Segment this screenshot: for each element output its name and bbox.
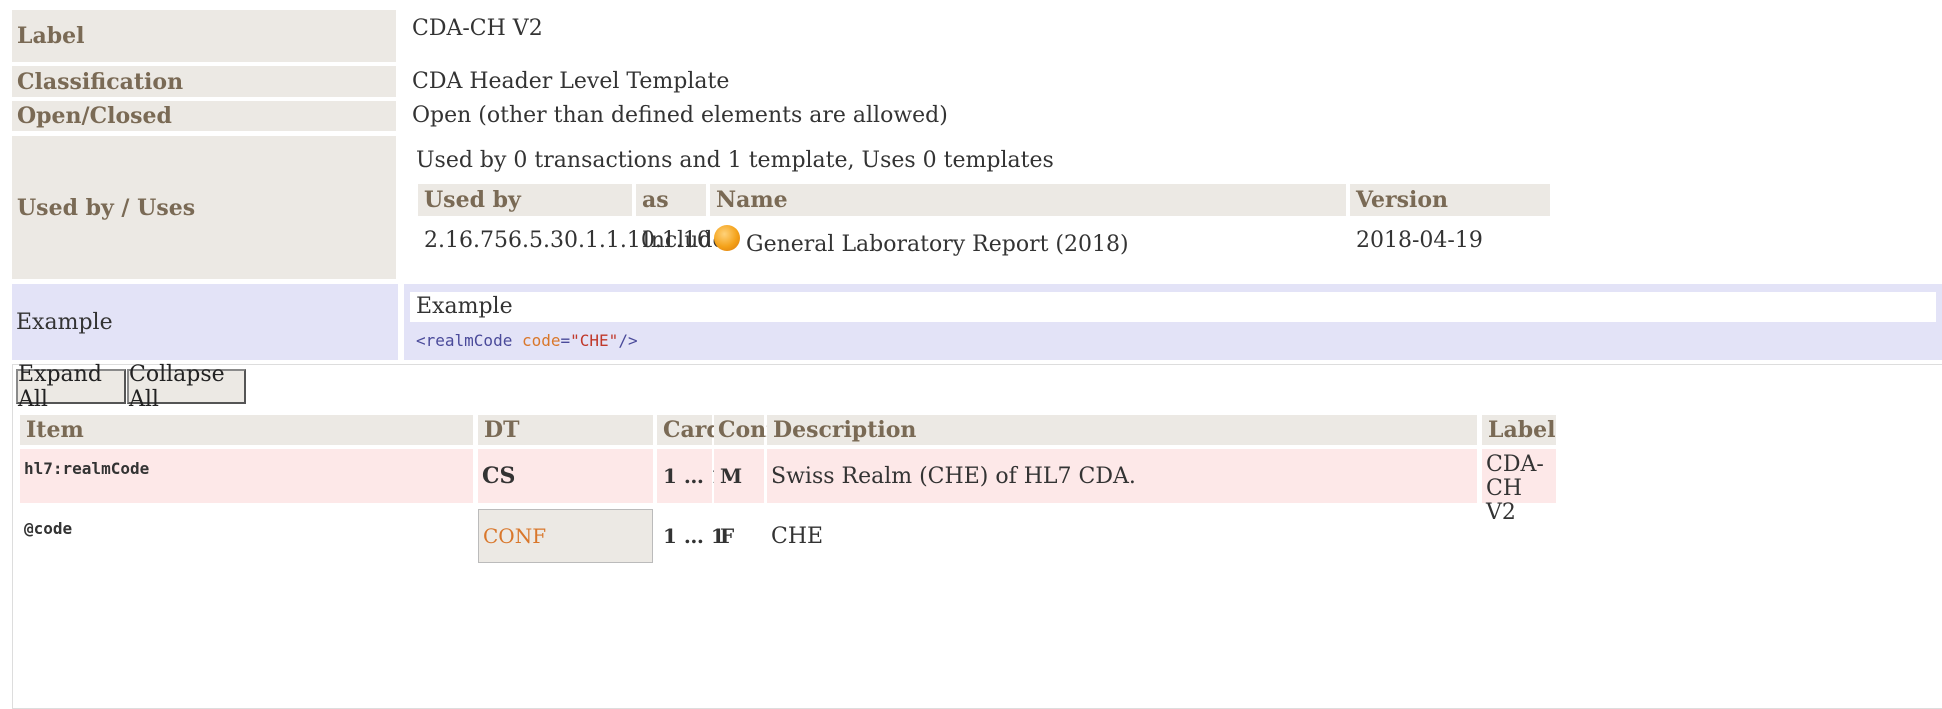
table-header-label: Label xyxy=(1482,415,1556,445)
code-eq: = xyxy=(560,331,571,350)
label-key: Label xyxy=(12,10,396,62)
expand-all-button[interactable]: Expand All xyxy=(16,362,126,412)
code-tag-open: <realmCode xyxy=(416,331,513,350)
table-row-1-dt: CS xyxy=(478,449,653,503)
table-header-description: Description xyxy=(767,415,1477,445)
code-value: "CHE" xyxy=(570,331,619,350)
classification-value: CDA Header Level Template xyxy=(412,69,730,94)
example-code: <realmCode code="CHE"/> xyxy=(416,330,1416,352)
used-by-row-id: 2.16.756.5.30.1.1.10.1.10 xyxy=(424,227,711,253)
used-by-key: Used by / Uses xyxy=(12,136,396,279)
code-attr: code xyxy=(521,331,561,350)
open-closed-value: Open (other than defined elements are al… xyxy=(412,103,948,128)
used-by-header-name: Name xyxy=(710,184,1346,216)
table-row-2-dt: CONF xyxy=(478,509,653,563)
used-by-header-version: Version xyxy=(1350,184,1550,216)
table-row-2-description: CHE xyxy=(771,523,824,549)
used-by-header-used-by: Used by xyxy=(418,184,632,216)
used-by-row-as: Include xyxy=(642,227,726,253)
classification-key: Classification xyxy=(12,66,396,97)
table-row-2-label xyxy=(1482,509,1556,563)
collapse-all-button[interactable]: Collapse All xyxy=(127,362,246,412)
example-key: Example xyxy=(12,284,398,360)
orange-circle-icon xyxy=(714,225,740,251)
table-row-1-conf: M xyxy=(714,449,764,503)
used-by-header-as: as xyxy=(636,184,706,216)
table-row-2-card: 1 … 1 xyxy=(663,524,725,548)
table-row-2-conf: F xyxy=(720,524,735,548)
table-row-1-card: 1 … 1 xyxy=(657,449,725,503)
table-header-item: Item xyxy=(20,415,473,445)
used-by-row-name-text: General Laboratory Report (2018) xyxy=(746,231,1129,257)
example-title: Example xyxy=(410,292,1936,322)
table-row-1-description: Swiss Realm (CHE) of HL7 CDA. xyxy=(767,449,1477,503)
code-tag-close: /> xyxy=(618,331,638,350)
table-row-2-item[interactable]: @code xyxy=(20,509,473,563)
table-header-card: Card xyxy=(657,415,722,445)
label-value: CDA-CH V2 xyxy=(412,16,543,41)
used-by-row-name[interactable]: General Laboratory Report (2018) xyxy=(710,220,1346,262)
table-row-1-item[interactable]: hl7:realmCode xyxy=(20,449,473,503)
open-closed-key: Open/Closed xyxy=(12,101,396,131)
table-header-dt: DT xyxy=(478,415,653,445)
table-row-1-label: CDA-CH V2 xyxy=(1482,449,1556,525)
used-by-summary: Used by 0 transactions and 1 template, U… xyxy=(416,148,1054,173)
table-header-conf: Conf xyxy=(714,415,776,445)
used-by-row-version: 2018-04-19 xyxy=(1356,227,1483,253)
